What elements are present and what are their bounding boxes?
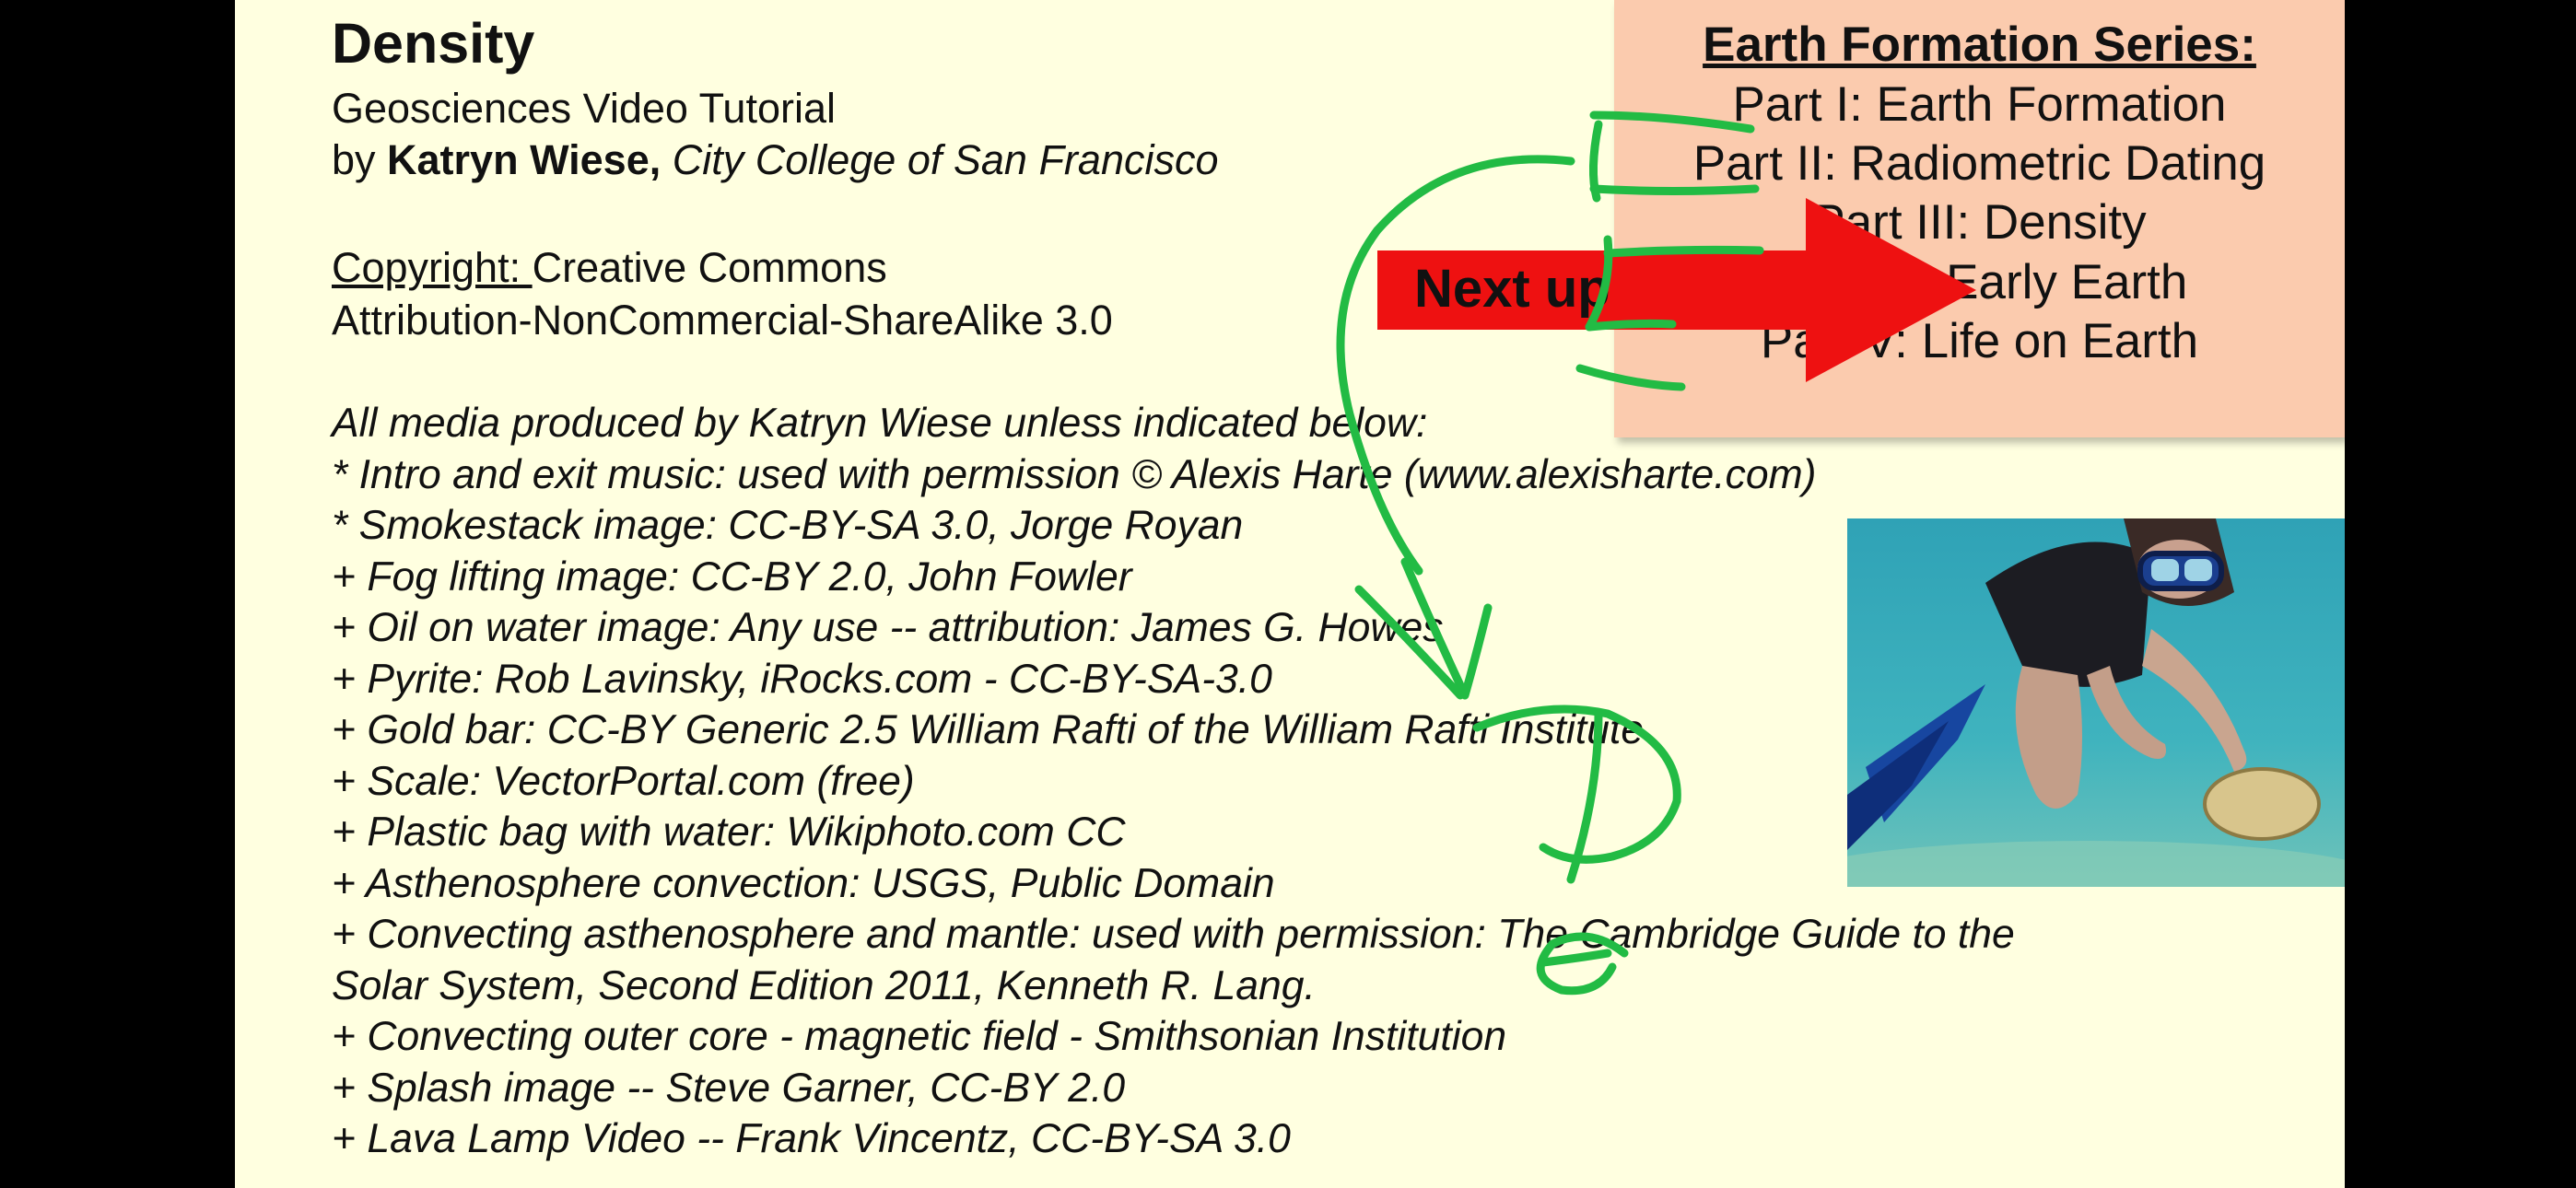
credits-line: + Gold bar: CC-BY Generic 2.5 William Ra… xyxy=(332,707,1645,752)
institution-name: City College of San Francisco xyxy=(661,136,1219,183)
snorkeler-photo xyxy=(1847,518,2345,887)
credits-line: Solar System, Second Edition 2011, Kenne… xyxy=(332,962,1316,1008)
slide-title: Density xyxy=(332,12,535,75)
copyright-value: Creative Commons xyxy=(532,244,887,291)
credits-line: + Plastic bag with water: Wikiphoto.com … xyxy=(332,809,1126,855)
credits-line: + Scale: VectorPortal.com (free) xyxy=(332,758,915,804)
credits-line: * Smokestack image: CC-BY-SA 3.0, Jorge … xyxy=(332,503,1244,548)
credits-line: + Convecting asthenosphere and mantle: u… xyxy=(332,912,2015,957)
slide: Density Geosciences Video Tutorial by Ka… xyxy=(235,0,2345,1188)
series-part-2: Part II: Radiometric Dating xyxy=(1692,136,2266,191)
credits-line: * Intro and exit music: used with permis… xyxy=(332,451,1817,497)
copyright: Copyright: Creative Commons xyxy=(332,244,887,292)
series-part-1: Part I: Earth Formation xyxy=(1732,77,2227,132)
credits-line: + Splash image -- Steve Garner, CC-BY 2.… xyxy=(332,1065,1126,1111)
credits-line: + Pyrite: Rob Lavinsky, iRocks.com - CC-… xyxy=(332,656,1272,702)
byline: by Katryn Wiese, City College of San Fra… xyxy=(332,136,1219,184)
slide-subtitle: Geosciences Video Tutorial xyxy=(332,85,836,132)
credits-line: + Fog lifting image: CC-BY 2.0, John Fow… xyxy=(332,553,1132,600)
license: Attribution-NonCommercial-ShareAlike 3.0 xyxy=(332,297,1113,344)
credits-list: All media produced by Katryn Wiese unles… xyxy=(332,398,2015,1165)
author-name: Katryn Wiese, xyxy=(387,136,662,183)
credits-line: + Convecting outer core - magnetic field… xyxy=(332,1014,1507,1059)
copyright-label: Copyright: xyxy=(332,244,533,291)
next-up-label: Next up xyxy=(1414,259,1610,319)
series-heading: Earth Formation Series: xyxy=(1703,17,2256,72)
credits-line: + Lava Lamp Video -- Frank Vincentz, CC-… xyxy=(332,1116,1291,1161)
byline-prefix: by xyxy=(332,136,388,183)
credits-line: + Asthenosphere convection: USGS, Public… xyxy=(332,860,1275,906)
credits-line: + Oil on water image: Any use -- attribu… xyxy=(332,605,1444,650)
